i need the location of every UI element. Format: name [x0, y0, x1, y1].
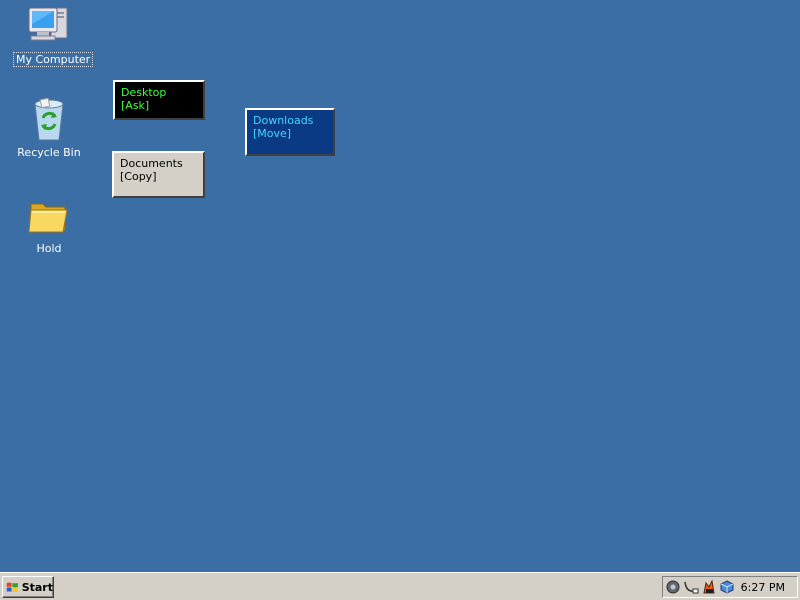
- desktop-icon-hold[interactable]: Hold: [13, 192, 85, 255]
- drop-target-name: Documents: [120, 157, 183, 170]
- drop-target-action: [Move]: [253, 127, 292, 140]
- desktop-icon-my-computer[interactable]: My Computer: [13, 2, 94, 67]
- recycle-bin-icon: [34, 97, 64, 141]
- system-tray: 6:27 PM: [662, 576, 798, 598]
- desktop-icon-recycle-bin[interactable]: Recycle Bin: [13, 96, 85, 159]
- cube-icon[interactable]: [719, 579, 735, 595]
- drop-target-name: Downloads: [253, 114, 314, 127]
- taskbar: Start 6:27 PM: [0, 572, 800, 600]
- monitor-agent-icon[interactable]: [701, 579, 717, 595]
- start-button[interactable]: Start: [2, 576, 54, 598]
- desktop-icon-label: My Computer: [13, 52, 94, 67]
- drop-target-documents[interactable]: Documents [Copy]: [112, 151, 205, 198]
- network-icon[interactable]: [683, 579, 699, 595]
- drop-target-downloads[interactable]: Downloads [Move]: [245, 108, 335, 156]
- drop-target-action: [Copy]: [120, 170, 157, 183]
- volume-icon[interactable]: [665, 579, 681, 595]
- desktop[interactable]: My Computer Recycle Bin Hold Desktop [As…: [0, 0, 800, 572]
- my-computer-icon: [28, 7, 68, 41]
- start-label: Start: [21, 580, 53, 594]
- drop-target-action: [Ask]: [121, 99, 150, 112]
- folder-icon: [28, 203, 68, 233]
- drop-target-desktop[interactable]: Desktop [Ask]: [113, 80, 205, 120]
- clock[interactable]: 6:27 PM: [741, 581, 785, 594]
- windows-logo-icon: [6, 582, 18, 593]
- desktop-icon-label: Hold: [36, 242, 62, 255]
- drop-target-name: Desktop: [121, 86, 167, 99]
- desktop-icon-label: Recycle Bin: [17, 146, 81, 159]
